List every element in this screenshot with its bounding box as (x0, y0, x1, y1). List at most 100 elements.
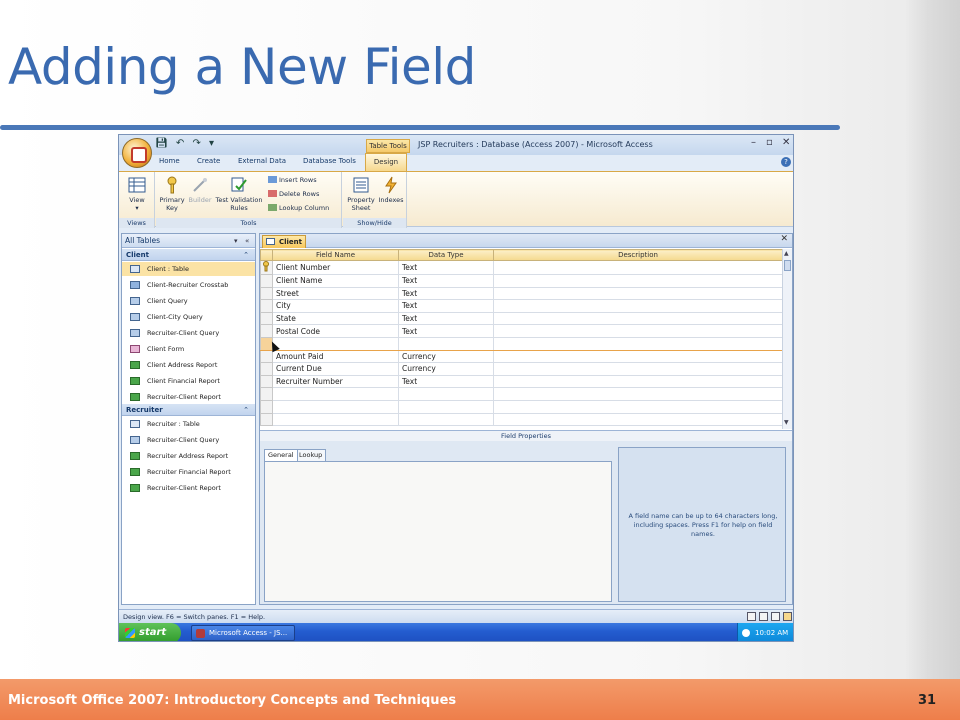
vertical-scrollbar[interactable]: ▲ ▼ (782, 249, 792, 429)
data-type-cell[interactable]: Currency (398, 362, 494, 376)
shutter-bar-close-icon[interactable]: « (245, 234, 249, 248)
lookup-column-button[interactable]: Lookup Column (268, 204, 329, 213)
view-button[interactable]: View ▾ (123, 176, 151, 212)
row-selector[interactable] (260, 274, 273, 288)
field-name-cell[interactable] (272, 412, 399, 427)
description-cell[interactable] (493, 349, 783, 364)
redo-icon[interactable]: ↷ (192, 138, 200, 149)
minimize-icon[interactable]: – (751, 137, 756, 148)
table-row[interactable] (260, 399, 783, 414)
table-row[interactable]: Street Text (260, 286, 783, 301)
description-cell[interactable] (493, 374, 783, 389)
nav-group-client[interactable]: Client ⌃ (122, 249, 255, 261)
undo-icon[interactable]: ↶ (176, 138, 184, 149)
save-icon[interactable]: 💾︎ (155, 138, 168, 149)
description-cell[interactable] (493, 274, 783, 288)
row-selector[interactable] (260, 349, 273, 364)
table-row[interactable] (260, 412, 783, 427)
data-type-cell[interactable]: Text (398, 311, 494, 326)
customize-qat-icon[interactable]: ▾ (209, 138, 214, 149)
nav-item-client-financial-report[interactable]: Client Financial Report (122, 374, 255, 388)
design-view-icon[interactable] (783, 612, 792, 621)
description-cell[interactable] (493, 412, 783, 427)
field-name-cell[interactable] (272, 399, 399, 414)
tab-database-tools[interactable]: Database Tools (303, 157, 356, 165)
data-type-cell[interactable] (398, 399, 494, 414)
office-button[interactable] (122, 138, 152, 168)
tab-lookup[interactable]: Lookup (295, 449, 327, 461)
scroll-up-icon[interactable]: ▲ (784, 250, 789, 257)
nav-item-client-recruiter-crosstab[interactable]: Client-Recruiter Crosstab (122, 278, 255, 292)
description-cell[interactable] (493, 260, 783, 275)
chevron-down-icon[interactable]: ▾ (234, 234, 238, 248)
tray-icon[interactable] (742, 629, 750, 637)
pivottable-view-icon[interactable] (759, 612, 768, 621)
nav-item-recruiter-financial-report[interactable]: Recruiter Financial Report (122, 465, 255, 479)
close-icon[interactable]: ✕ (782, 137, 790, 148)
restore-icon[interactable]: ▫ (766, 137, 773, 148)
field-name-cell[interactable]: Amount Paid (272, 349, 399, 364)
taskbar-item-access[interactable]: Microsoft Access - JS... (191, 625, 295, 641)
tab-home[interactable]: Home (159, 157, 180, 165)
data-type-cell[interactable]: Text (398, 286, 494, 301)
nav-item-recruiter-address-report[interactable]: Recruiter Address Report (122, 449, 255, 463)
nav-item-client-table[interactable]: Client : Table (122, 262, 255, 276)
row-selector[interactable] (260, 286, 273, 301)
table-row[interactable]: Current Due Currency (260, 362, 783, 376)
field-name-cell[interactable]: Client Name (272, 274, 399, 288)
nav-group-recruiter[interactable]: Recruiter ⌃ (122, 404, 255, 416)
table-row[interactable]: City Text (260, 299, 783, 313)
nav-item-recruiter-client-report[interactable]: Recruiter-Client Report (122, 390, 255, 404)
field-name-cell[interactable]: Street (272, 286, 399, 301)
data-type-cell[interactable]: Text (398, 299, 494, 313)
nav-item-recruiter-table[interactable]: Recruiter : Table (122, 417, 255, 431)
scroll-down-icon[interactable]: ▼ (784, 419, 789, 426)
table-row[interactable]: Client Name Text (260, 274, 783, 288)
builder-button[interactable]: Builder (186, 176, 214, 204)
nav-item-recruiter-client-query-2[interactable]: Recruiter-Client Query (122, 433, 255, 447)
new-data-type-cell[interactable] (398, 336, 494, 351)
description-cell[interactable] (493, 399, 783, 414)
test-validation-rules-button[interactable]: Test Validation Rules (213, 176, 265, 212)
help-icon[interactable]: ? (781, 157, 791, 167)
field-name-cell[interactable]: State (272, 311, 399, 326)
data-type-cell[interactable]: Text (398, 274, 494, 288)
nav-item-client-query[interactable]: Client Query (122, 294, 255, 308)
field-name-cell[interactable] (272, 387, 399, 401)
tab-design[interactable]: Design (365, 153, 407, 171)
new-field-row[interactable] (260, 336, 783, 351)
table-row[interactable]: Client Number Text (260, 260, 783, 275)
description-cell[interactable] (493, 299, 783, 313)
tab-external-data[interactable]: External Data (238, 157, 286, 165)
field-name-cell[interactable]: Client Number (272, 260, 399, 275)
row-selector[interactable] (260, 374, 273, 389)
data-type-cell[interactable]: Text (398, 324, 494, 338)
row-selector[interactable] (260, 324, 273, 338)
row-selector[interactable] (260, 362, 273, 376)
field-name-cell[interactable]: Postal Code (272, 324, 399, 338)
tab-create[interactable]: Create (197, 157, 220, 165)
nav-item-client-city-query[interactable]: Client-City Query (122, 310, 255, 324)
table-row[interactable] (260, 387, 783, 401)
description-cell[interactable] (493, 336, 783, 351)
table-row[interactable]: State Text (260, 311, 783, 326)
nav-item-client-address-report[interactable]: Client Address Report (122, 358, 255, 372)
data-type-cell[interactable]: Text (398, 260, 494, 275)
description-cell[interactable] (493, 311, 783, 326)
nav-item-recruiter-client-query[interactable]: Recruiter-Client Query (122, 326, 255, 340)
table-row[interactable]: Amount Paid Currency (260, 349, 783, 364)
pivotchart-view-icon[interactable] (771, 612, 780, 621)
row-selector[interactable] (260, 260, 273, 275)
insert-rows-button[interactable]: Insert Rows (268, 176, 317, 185)
document-tab-client[interactable]: Client (262, 235, 306, 248)
nav-pane-header[interactable]: All Tables ▾ « (122, 234, 255, 248)
close-document-icon[interactable]: ✕ (780, 234, 788, 244)
row-selector[interactable] (260, 412, 273, 427)
delete-rows-button[interactable]: Delete Rows (268, 190, 319, 199)
field-name-cell[interactable]: Recruiter Number (272, 374, 399, 389)
data-type-cell[interactable] (398, 387, 494, 401)
new-field-name-cell[interactable] (272, 336, 399, 351)
data-type-cell[interactable]: Text (398, 374, 494, 389)
field-name-cell[interactable]: Current Due (272, 362, 399, 376)
description-cell[interactable] (493, 286, 783, 301)
